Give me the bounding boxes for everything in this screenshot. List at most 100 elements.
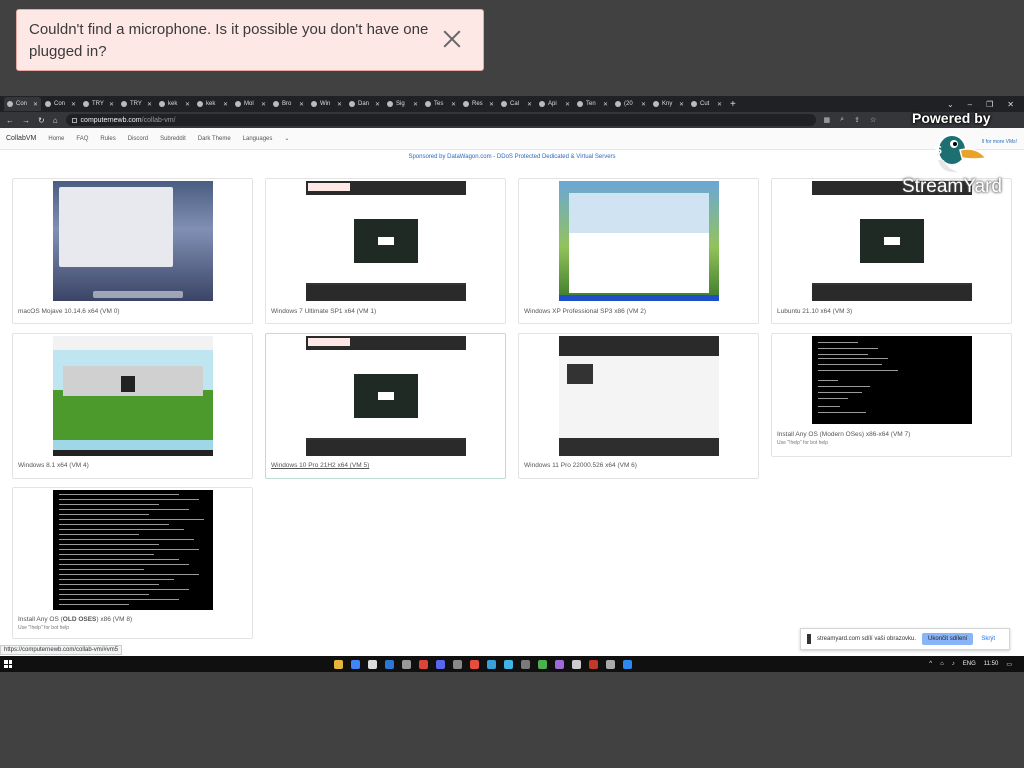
- more-vms-link[interactable]: ll for more VMs!: [982, 139, 1017, 145]
- hide-button[interactable]: Skrýt: [981, 636, 995, 642]
- close-tab-icon[interactable]: ✕: [33, 101, 38, 108]
- close-tab-icon[interactable]: ✕: [641, 101, 646, 108]
- close-tab-icon[interactable]: ✕: [565, 101, 570, 108]
- vm-card[interactable]: Lubuntu 21.10 x64 (VM 3): [771, 178, 1012, 324]
- browser-tab[interactable]: Tes ✕: [422, 97, 459, 111]
- restore-icon[interactable]: ❐: [986, 100, 993, 109]
- close-tab-icon[interactable]: ✕: [261, 101, 266, 108]
- home-icon[interactable]: ⌂: [53, 116, 58, 125]
- browser-tab[interactable]: kek ✕: [194, 97, 231, 111]
- close-icon[interactable]: [441, 28, 463, 50]
- forward-icon[interactable]: →: [22, 116, 30, 125]
- close-tab-icon[interactable]: ✕: [299, 101, 304, 108]
- browser-tab[interactable]: Bro ✕: [270, 97, 307, 111]
- app-icon[interactable]: [504, 659, 513, 669]
- reload-icon[interactable]: ↻: [38, 116, 45, 125]
- vm-card[interactable]: Install Any OS (Modern OSes) x86-x64 (VM…: [771, 333, 1012, 457]
- app-icon[interactable]: [470, 659, 479, 669]
- browser-tab[interactable]: (20 ✕: [612, 97, 649, 111]
- nav-link-subreddit[interactable]: Subreddit: [160, 136, 186, 142]
- chevron-up-icon[interactable]: ^: [929, 661, 932, 668]
- zoom-icon[interactable]: ⌕: [840, 116, 844, 124]
- browser-tab[interactable]: Cut ✕: [688, 97, 725, 111]
- nav-link-dark-theme[interactable]: Dark Theme: [198, 136, 231, 142]
- address-bar[interactable]: computernewb.com/collab-vm/: [65, 114, 816, 126]
- discord-icon[interactable]: [436, 659, 445, 669]
- close-tab-icon[interactable]: ✕: [717, 101, 722, 108]
- browser-tab[interactable]: Con ✕: [4, 97, 41, 111]
- network-icon[interactable]: ⌂: [940, 661, 944, 668]
- chevron-down-icon[interactable]: ⌄: [947, 100, 954, 109]
- close-tab-icon[interactable]: ✕: [451, 101, 456, 108]
- close-tab-icon[interactable]: ✕: [679, 101, 684, 108]
- close-tab-icon[interactable]: ✕: [223, 101, 228, 108]
- chrome-icon[interactable]: [351, 659, 360, 669]
- share-icon[interactable]: ⇪: [854, 116, 860, 124]
- browser-tab[interactable]: kek ✕: [156, 97, 193, 111]
- word-icon[interactable]: [385, 659, 394, 669]
- close-tab-icon[interactable]: ✕: [603, 101, 608, 108]
- site-brand[interactable]: CollabVM: [6, 135, 36, 142]
- close-tab-icon[interactable]: ✕: [489, 101, 494, 108]
- close-tab-icon[interactable]: ✕: [71, 101, 76, 108]
- nav-link-discord[interactable]: Discord: [128, 136, 148, 142]
- nav-link-home[interactable]: Home: [48, 136, 64, 142]
- close-tab-icon[interactable]: ✕: [527, 101, 532, 108]
- browser-tab[interactable]: Api ✕: [536, 97, 573, 111]
- browser-tab[interactable]: Dan ✕: [346, 97, 383, 111]
- close-tab-icon[interactable]: ✕: [413, 101, 418, 108]
- stop-sharing-button[interactable]: Ukončit sdílení: [922, 633, 974, 645]
- app-icon[interactable]: [589, 659, 598, 669]
- new-tab-icon[interactable]: +: [730, 99, 736, 110]
- app-icon[interactable]: [453, 659, 462, 669]
- browser-tab[interactable]: Kny ✕: [650, 97, 687, 111]
- browser-tab[interactable]: Con ✕: [42, 97, 79, 111]
- browser-tab[interactable]: Res ✕: [460, 97, 497, 111]
- pause-icon[interactable]: [807, 634, 811, 644]
- close-icon[interactable]: ✕: [1007, 100, 1014, 109]
- close-tab-icon[interactable]: ✕: [185, 101, 190, 108]
- sponsor-link[interactable]: Sponsored by DataWagon.com - DDoS Protec…: [0, 154, 1024, 164]
- close-tab-icon[interactable]: ✕: [147, 101, 152, 108]
- app-icon[interactable]: [487, 659, 496, 669]
- close-tab-icon[interactable]: ✕: [109, 101, 114, 108]
- browser-tab[interactable]: Mol ✕: [232, 97, 269, 111]
- browser-tab[interactable]: Cal ✕: [498, 97, 535, 111]
- close-tab-icon[interactable]: ✕: [375, 101, 380, 108]
- browser-tab[interactable]: Ten ✕: [574, 97, 611, 111]
- nav-link-languages[interactable]: Languages: [243, 136, 273, 142]
- vm-card[interactable]: macOS Mojave 10.14.6 x64 (VM 0): [12, 178, 253, 324]
- vm-card[interactable]: Windows XP Professional SP3 x86 (VM 2): [518, 178, 759, 324]
- app-icon[interactable]: [521, 659, 530, 669]
- windows-start-icon[interactable]: [4, 660, 12, 668]
- nav-link-rules[interactable]: Rules: [100, 136, 115, 142]
- vm-card[interactable]: Windows 11 Pro 22000.526 x64 (VM 6): [518, 333, 759, 479]
- vm-card[interactable]: Windows 8.1 x64 (VM 4): [12, 333, 253, 479]
- notification-icon[interactable]: ▭: [1006, 661, 1012, 668]
- app-icon[interactable]: [606, 659, 615, 669]
- vm-card[interactable]: Windows 7 Ultimate SP1 x64 (VM 1): [265, 178, 506, 324]
- app-icon[interactable]: [538, 659, 547, 669]
- vm-card[interactable]: Install Any OS (OLD OSES) x86 (VM 8) Use…: [12, 487, 253, 639]
- close-tab-icon[interactable]: ✕: [337, 101, 342, 108]
- minimize-icon[interactable]: –: [968, 100, 972, 109]
- vm-card[interactable]: Windows 10 Pro 21H2 x64 (VM 5): [265, 333, 506, 479]
- file-explorer-icon[interactable]: [334, 659, 343, 669]
- browser-tab[interactable]: Win ✕: [308, 97, 345, 111]
- translate-icon[interactable]: ▦: [824, 116, 831, 124]
- vs-code-icon[interactable]: [623, 659, 632, 669]
- app-icon[interactable]: [402, 659, 411, 669]
- browser-tab[interactable]: TRY ✕: [80, 97, 117, 111]
- volume-icon[interactable]: ♪: [952, 661, 955, 668]
- nav-link-faq[interactable]: FAQ: [76, 136, 88, 142]
- app-icon[interactable]: [419, 659, 428, 669]
- browser-tab[interactable]: TRY ✕: [118, 97, 155, 111]
- app-icon[interactable]: [572, 659, 581, 669]
- clock[interactable]: 11:50: [984, 661, 999, 668]
- language-indicator[interactable]: ENG: [963, 661, 976, 668]
- bookmark-star-icon[interactable]: ☆: [870, 116, 876, 124]
- app-icon[interactable]: [555, 659, 564, 669]
- back-icon[interactable]: ←: [6, 116, 14, 125]
- browser-tab[interactable]: Sig ✕: [384, 97, 421, 111]
- notepad-icon[interactable]: [368, 659, 377, 669]
